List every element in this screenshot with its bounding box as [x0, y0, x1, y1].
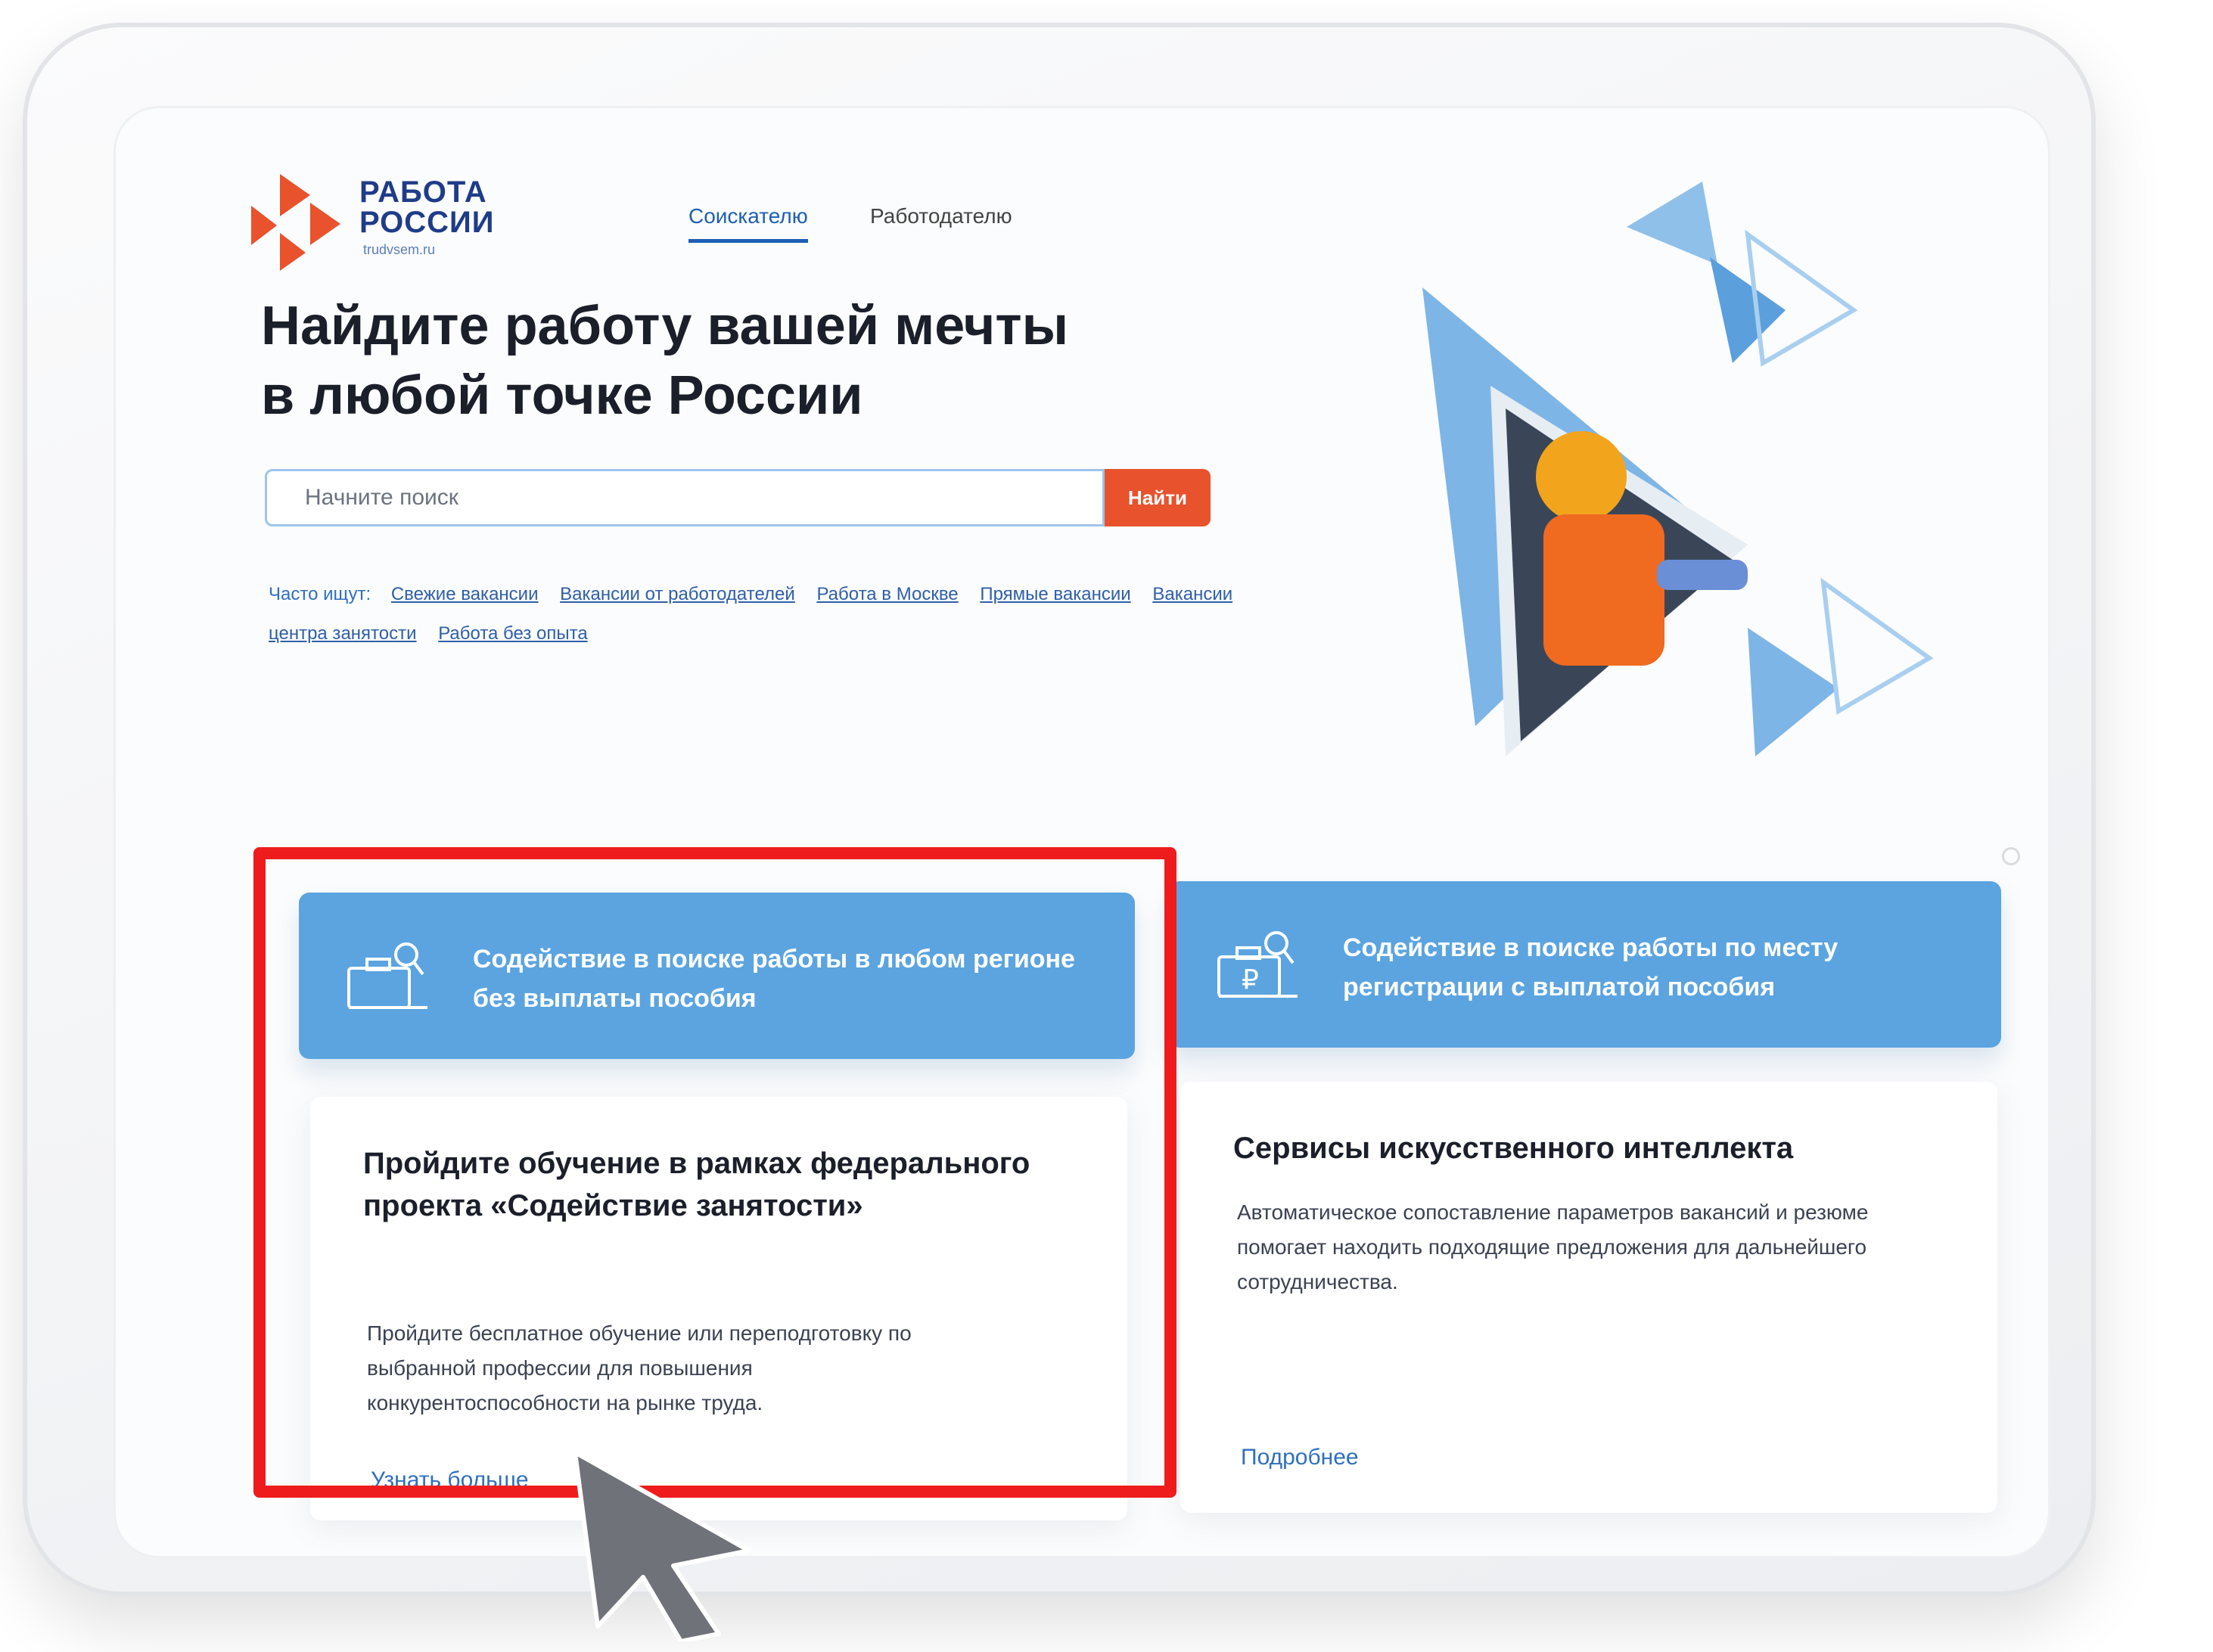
frequent-link-fresh[interactable]: Свежие вакансии	[391, 584, 539, 604]
briefcase-search-icon	[347, 942, 427, 1009]
search-button[interactable]: Найти	[1105, 469, 1211, 526]
logo-line2: РОССИИ	[359, 206, 495, 239]
card-ai-services-description: Автоматическое сопоставление параметров …	[1237, 1200, 1869, 1293]
frequent-link-no-experience[interactable]: Работа без опыта	[438, 623, 588, 644]
hero-worker-illustration	[1422, 182, 1934, 756]
card-job-search-any-region[interactable]: Содействие в поиске работы в любом регио…	[299, 893, 1135, 1059]
frequent-link-moscow[interactable]: Работа в Москве	[816, 584, 958, 604]
card-job-search-any-region-text: Содействие в поиске работы в любом регио…	[473, 945, 1075, 1013]
screen: РАБОТА РОССИИ trudvsem.ru Соискателю Раб…	[113, 106, 2050, 1558]
search-input[interactable]	[265, 469, 1105, 526]
frequent-link-direct[interactable]: Прямые вакансии	[980, 584, 1130, 604]
card-ai-services: Сервисы искусственного интеллекта Автома…	[1180, 1082, 1997, 1513]
camera-dot	[2002, 847, 2020, 865]
card-training-title: Пройдите обучение в рамках федерального …	[363, 1147, 1030, 1222]
details-link[interactable]: Подробнее	[1241, 1445, 1359, 1470]
logo[interactable]: РАБОТА РОССИИ trudvsem.ru	[250, 166, 522, 287]
page-title-line1: Найдите работу вашей мечты	[261, 296, 1069, 356]
briefcase-ruble-search-icon: ₽	[1217, 931, 1298, 998]
tab-employer[interactable]: Работодателю	[870, 204, 1012, 239]
card-training-description: Пройдите бесплатное обучение или перепод…	[367, 1321, 912, 1414]
page-title-line2: в любой точке России	[261, 365, 863, 426]
logo-domain: trudvsem.ru	[363, 242, 436, 257]
logo-line1: РАБОТА	[359, 175, 487, 209]
card-job-search-registration[interactable]: ₽ Содействие в поиске работы по месту ре…	[1169, 881, 2001, 1048]
frequent-link-employers[interactable]: Вакансии от работодателей	[560, 584, 795, 604]
tablet-frame: РАБОТА РОССИИ trudvsem.ru Соискателю Раб…	[23, 23, 2096, 1596]
frequent-searches: Часто ищут: Свежие вакансии Вакансии от …	[269, 575, 1237, 654]
tab-seeker[interactable]: Соискателю	[688, 204, 808, 243]
search-bar: Найти	[265, 469, 1233, 529]
card-ai-services-title: Сервисы искусственного интеллекта	[1233, 1132, 1794, 1165]
mouse-cursor-icon	[573, 1450, 751, 1641]
card-job-search-registration-text: Содействие в поиске работы по месту реги…	[1343, 933, 1838, 1001]
learn-more-link[interactable]: Узнать больше	[371, 1467, 529, 1493]
logo-arrows-icon	[251, 174, 340, 271]
svg-text:₽: ₽	[1242, 964, 1259, 995]
frequent-label: Часто ищут:	[269, 584, 371, 604]
page-title: Найдите работу вашей мечты в любой точке…	[261, 291, 1245, 430]
